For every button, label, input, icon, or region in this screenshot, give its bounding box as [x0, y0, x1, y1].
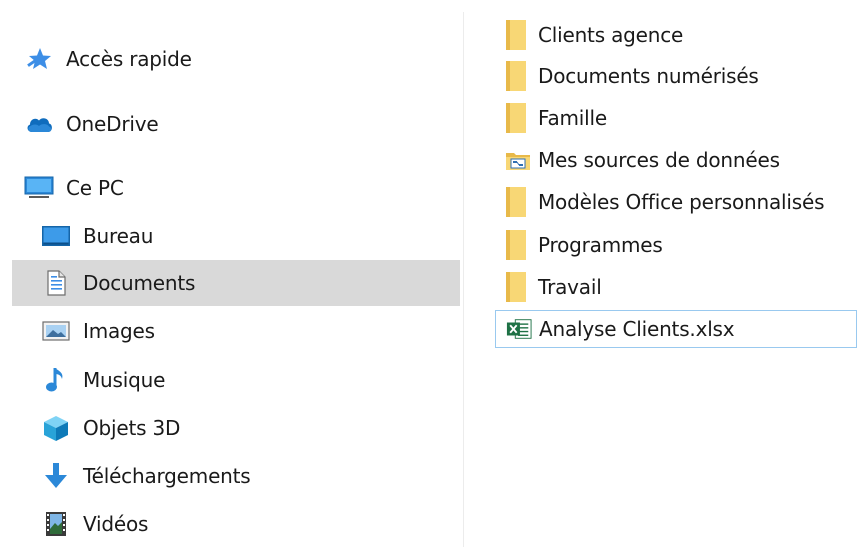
- list-item-name: Travail: [538, 275, 602, 299]
- list-item-name: Mes sources de données: [538, 148, 780, 172]
- desktop-icon: [41, 224, 71, 248]
- list-item-name: Documents numérisés: [538, 64, 759, 88]
- pane-divider[interactable]: [463, 12, 464, 547]
- list-item-folder[interactable]: Clients agence: [495, 16, 857, 54]
- list-item-name: Modèles Office personnalisés: [538, 190, 825, 214]
- computer-monitor-icon: [24, 176, 54, 200]
- list-item-name: Programmes: [538, 233, 663, 257]
- onedrive-cloud-icon: [24, 112, 54, 136]
- list-item-folder[interactable]: Programmes: [495, 226, 857, 264]
- folder-icon: [505, 272, 531, 302]
- folder-icon: [505, 20, 531, 50]
- nav-item-label: Téléchargements: [83, 464, 251, 488]
- navigation-pane: Accès rapide OneDrive Ce PC Bureau Docum…: [0, 0, 463, 547]
- nav-item-label: Objets 3D: [83, 416, 181, 440]
- folder-icon: [505, 230, 531, 260]
- nav-item-videos[interactable]: Vidéos: [12, 501, 460, 547]
- nav-item-label: Musique: [83, 368, 166, 392]
- list-item-folder[interactable]: Famille: [495, 99, 857, 137]
- nav-item-music[interactable]: Musique: [12, 357, 460, 403]
- download-arrow-icon: [41, 463, 71, 488]
- list-item-folder[interactable]: Modèles Office personnalisés: [495, 183, 857, 221]
- nav-item-label: Bureau: [83, 224, 154, 248]
- music-note-icon: [41, 368, 71, 392]
- nav-item-label: OneDrive: [66, 112, 159, 136]
- list-item-folder[interactable]: Mes sources de données: [495, 141, 857, 179]
- excel-file-icon: [506, 314, 532, 344]
- list-item-folder[interactable]: Travail: [495, 268, 857, 306]
- nav-item-label: Accès rapide: [66, 47, 192, 71]
- file-explorer-window: Accès rapide OneDrive Ce PC Bureau Docum…: [0, 0, 857, 547]
- folder-icon: [505, 187, 531, 217]
- list-item-name: Analyse Clients.xlsx: [539, 317, 735, 341]
- folder-icon: [505, 61, 531, 91]
- nav-item-label: Ce PC: [66, 176, 124, 200]
- nav-item-quick-access[interactable]: Accès rapide: [12, 36, 460, 82]
- document-icon: [41, 270, 71, 296]
- nav-item-label: Documents: [83, 271, 196, 295]
- nav-item-3d-objects[interactable]: Objets 3D: [12, 405, 460, 451]
- nav-item-documents[interactable]: Documents: [12, 260, 460, 306]
- nav-item-this-pc[interactable]: Ce PC: [12, 165, 460, 211]
- list-item-folder[interactable]: Documents numérisés: [495, 57, 857, 95]
- nav-item-label: Images: [83, 319, 155, 343]
- nav-item-label: Vidéos: [83, 512, 149, 536]
- nav-item-downloads[interactable]: Téléchargements: [12, 453, 460, 499]
- folder-icon: [505, 103, 531, 133]
- nav-item-desktop[interactable]: Bureau: [12, 213, 460, 259]
- nav-item-onedrive[interactable]: OneDrive: [12, 101, 460, 147]
- data-source-folder-icon: [505, 145, 531, 175]
- list-item-name: Clients agence: [538, 23, 684, 47]
- quick-access-star-icon: [24, 47, 54, 71]
- nav-item-pictures[interactable]: Images: [12, 308, 460, 354]
- list-item-file[interactable]: Analyse Clients.xlsx: [495, 310, 857, 348]
- film-strip-icon: [41, 512, 71, 536]
- 3d-cube-icon: [41, 416, 71, 441]
- pictures-icon: [41, 319, 71, 343]
- list-item-name: Famille: [538, 106, 607, 130]
